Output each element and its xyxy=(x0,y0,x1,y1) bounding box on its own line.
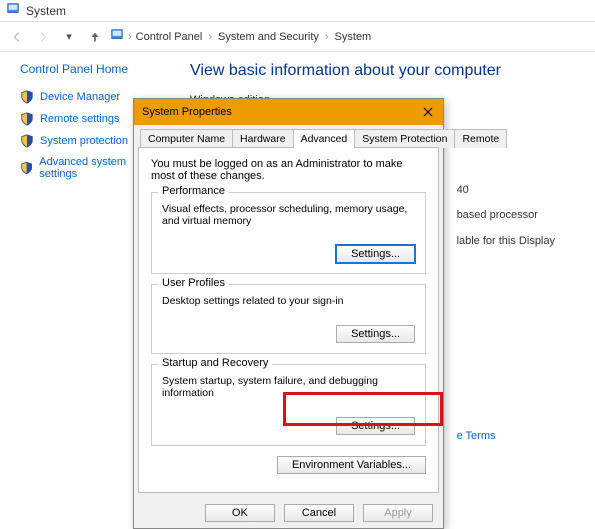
shield-icon xyxy=(20,90,34,104)
window-titlebar: System xyxy=(0,0,595,22)
breadcrumb-item[interactable]: System and Security xyxy=(218,31,319,43)
group-startup-recovery: Startup and Recovery System startup, sys… xyxy=(151,364,426,446)
group-performance: Performance Visual effects, processor sc… xyxy=(151,192,426,274)
tab-system-protection[interactable]: System Protection xyxy=(354,129,455,148)
dialog-tabs: Computer Name Hardware Advanced System P… xyxy=(134,125,443,148)
cancel-button[interactable]: Cancel xyxy=(284,504,354,522)
dialog-titlebar: System Properties xyxy=(134,99,443,125)
close-button[interactable] xyxy=(421,105,435,119)
sidebar-item-label: Remote settings xyxy=(40,113,119,125)
apply-button[interactable]: Apply xyxy=(363,504,433,522)
breadcrumb: Control Panel › System and Security › Sy… xyxy=(136,31,372,43)
chevron-right-icon: › xyxy=(208,31,212,43)
back-button[interactable] xyxy=(6,26,28,48)
forward-button[interactable] xyxy=(32,26,54,48)
dialog-body: You must be logged on as an Administrato… xyxy=(138,147,439,493)
navbar: ▾ › Control Panel › System and Security … xyxy=(0,22,595,52)
dialog-button-row: OK Cancel Apply xyxy=(134,498,443,528)
performance-settings-button[interactable]: Settings... xyxy=(336,245,415,263)
shield-icon xyxy=(20,112,34,126)
chevron-right-icon: › xyxy=(128,31,132,43)
info-line: based processor xyxy=(457,203,555,228)
group-description: Visual effects, processor scheduling, me… xyxy=(162,203,415,227)
user-profiles-settings-button[interactable]: Settings... xyxy=(336,325,415,343)
system-info-fragment: 40 based processor lable for this Displa… xyxy=(457,178,555,449)
group-user-profiles: User Profiles Desktop settings related t… xyxy=(151,284,426,354)
sidebar-item-label: System protection xyxy=(40,135,128,147)
system-properties-dialog: System Properties Computer Name Hardware… xyxy=(133,98,444,529)
tab-computer-name[interactable]: Computer Name xyxy=(140,129,233,148)
terms-link[interactable]: e Terms xyxy=(457,424,555,449)
tab-advanced[interactable]: Advanced xyxy=(293,129,356,148)
info-line: 40 xyxy=(457,178,555,203)
window-title: System xyxy=(26,4,66,18)
info-line: lable for this Display xyxy=(457,229,555,254)
breadcrumb-item[interactable]: System xyxy=(335,31,372,43)
breadcrumb-item[interactable]: Control Panel xyxy=(136,31,203,43)
group-title: Performance xyxy=(158,185,229,197)
sidebar-item-label: Device Manager xyxy=(40,91,120,103)
chevron-right-icon: › xyxy=(325,31,329,43)
group-title: Startup and Recovery xyxy=(158,357,272,369)
group-title: User Profiles xyxy=(158,277,229,289)
dialog-intro-text: You must be logged on as an Administrato… xyxy=(151,158,426,182)
monitor-icon xyxy=(110,28,124,45)
nav-dropdown-icon[interactable]: ▾ xyxy=(58,26,80,48)
tab-hardware[interactable]: Hardware xyxy=(232,129,294,148)
sidebar-title[interactable]: Control Panel Home xyxy=(20,62,160,76)
system-icon xyxy=(6,2,20,19)
group-description: System startup, system failure, and debu… xyxy=(162,375,415,399)
environment-variables-button[interactable]: Environment Variables... xyxy=(277,456,426,474)
dialog-title: System Properties xyxy=(142,106,232,118)
page-heading: View basic information about your comput… xyxy=(190,62,575,80)
group-description: Desktop settings related to your sign-in xyxy=(162,295,415,307)
up-button[interactable] xyxy=(84,26,106,48)
startup-recovery-settings-button[interactable]: Settings... xyxy=(336,417,415,435)
ok-button[interactable]: OK xyxy=(205,504,275,522)
shield-icon xyxy=(20,134,34,148)
tab-remote[interactable]: Remote xyxy=(454,129,507,148)
shield-icon xyxy=(20,161,33,175)
